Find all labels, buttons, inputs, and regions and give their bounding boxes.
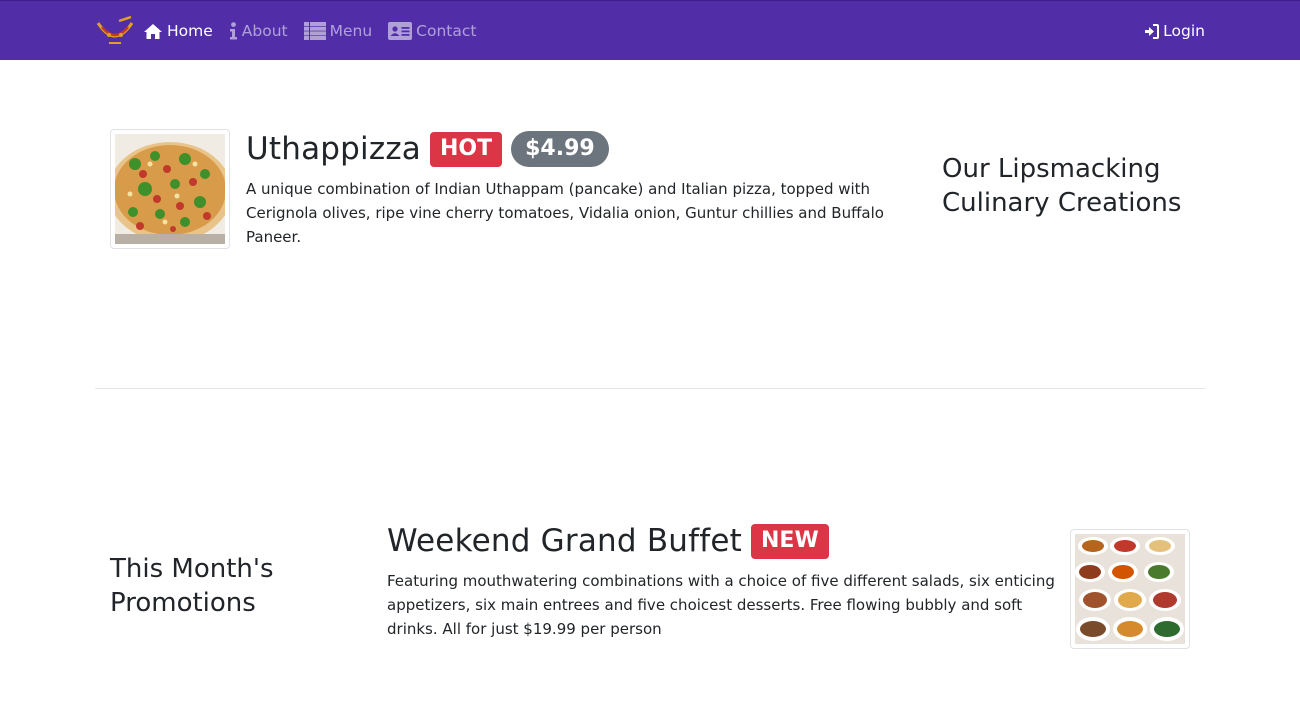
sign-in-icon: [1145, 23, 1160, 39]
info-icon: [229, 22, 237, 40]
nav-item-home[interactable]: Home: [143, 22, 213, 40]
nav-item-menu[interactable]: Menu: [303, 22, 373, 40]
nav-right: Login: [1144, 1, 1205, 61]
login-label: Login: [1163, 22, 1205, 40]
promotion-description: Featuring mouthwatering combinations wit…: [387, 572, 1055, 638]
restaurant-logo[interactable]: [95, 15, 135, 47]
nav-item-contact[interactable]: Contact: [388, 22, 476, 40]
nav-left: Home About Menu Contact: [95, 1, 492, 61]
dish-name: Uthappizza: [246, 131, 421, 167]
uthappizza-image[interactable]: [110, 129, 230, 249]
promotions-heading: This Month's Promotions: [110, 554, 274, 618]
nav-item-about[interactable]: About: [229, 22, 288, 40]
nav-item-label: Contact: [416, 22, 477, 40]
nav-item-label: Menu: [329, 22, 373, 40]
home-icon: [144, 23, 162, 39]
buffet-image[interactable]: [1070, 529, 1190, 649]
new-badge: NEW: [751, 523, 829, 559]
pizza-photo: [115, 134, 225, 244]
section-divider: [95, 388, 1205, 389]
dish-description: A unique combination of Indian Uthappam …: [246, 180, 884, 246]
list-icon: [303, 22, 326, 40]
login-button[interactable]: Login: [1144, 22, 1205, 40]
promotion-heading: Weekend Grand Buffet NEW: [387, 523, 829, 559]
culinary-creations-heading: Our Lipsmacking Culinary Creations: [942, 154, 1182, 218]
promotion-name: Weekend Grand Buffet: [387, 523, 742, 559]
dish-heading: Uthappizza HOT $4.99: [246, 131, 609, 167]
address-card-icon: [388, 22, 413, 40]
nav-item-label: About: [241, 22, 288, 40]
nav-item-label: Home: [167, 22, 213, 40]
hot-badge: HOT: [430, 131, 503, 167]
navbar: Home About Menu Contact Login: [0, 0, 1300, 60]
buffet-photo: [1075, 534, 1185, 644]
price-badge: $4.99: [511, 131, 609, 167]
